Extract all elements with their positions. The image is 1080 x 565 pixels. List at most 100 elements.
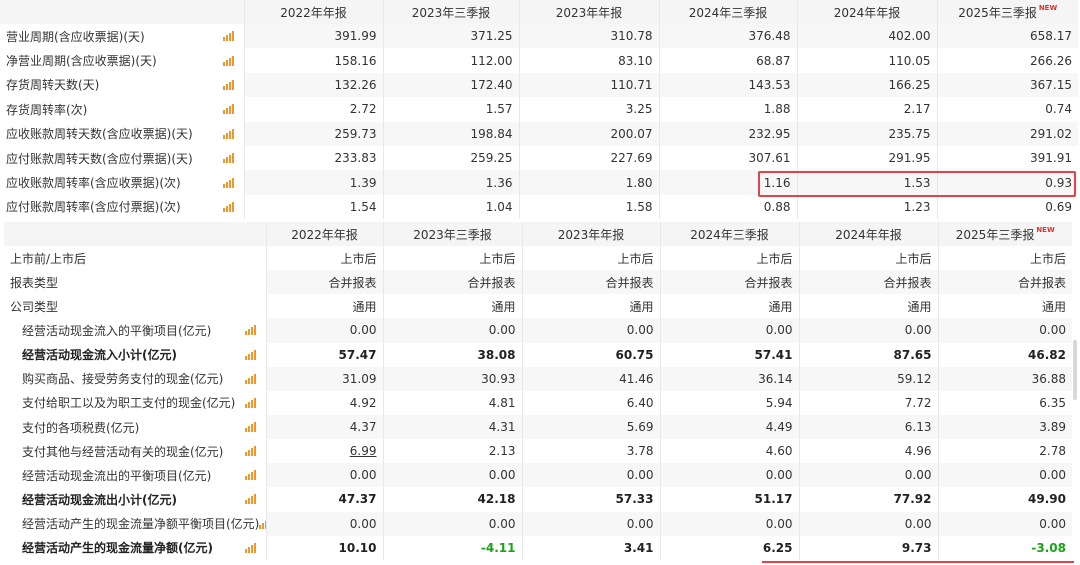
bar-chart-icon[interactable] <box>244 397 256 408</box>
row-label-cell: 经营活动现金流出小计(亿元) <box>4 487 266 512</box>
value-cell: 通用 <box>521 294 660 319</box>
value-cell: 上市后 <box>937 246 1072 271</box>
value-cell: 42.18 <box>382 487 522 512</box>
bar-chart-icon[interactable] <box>244 373 256 384</box>
highlight-box <box>758 171 1076 197</box>
row-label-cell: 净营业周期(含应收票据)(天) <box>0 48 244 73</box>
period-header[interactable]: 2023年年报 <box>518 0 659 24</box>
value-cell: 0.00 <box>659 511 799 536</box>
value-cell: 2.78 <box>937 439 1072 464</box>
period-header[interactable]: 2022年年报 <box>243 0 383 24</box>
bar-chart-icon[interactable] <box>259 519 266 529</box>
value-cell: 658.17 <box>936 24 1078 49</box>
row-label: 应付账款周转天数(含应付票据)(天) <box>6 151 193 166</box>
value-cell: 172.40 <box>382 72 519 98</box>
period-header[interactable]: 2025年三季报 NEW <box>937 222 1072 246</box>
value-cell: 上市后 <box>521 246 660 271</box>
bar-chart-icon[interactable] <box>222 153 234 164</box>
value-cell: 1.58 <box>518 194 659 220</box>
bar-chart-icon[interactable] <box>244 542 256 553</box>
value-cell: 0.00 <box>659 463 799 488</box>
row-label-cell: 经营活动现金流入小计(亿元) <box>4 342 266 367</box>
period-header[interactable]: 2023年三季报 <box>382 222 522 246</box>
value-cell: 2.72 <box>243 97 383 122</box>
row-label-cell: 上市前/上市后 <box>4 246 266 271</box>
period-header[interactable]: 2023年年报 <box>521 222 660 246</box>
bar-chart-icon[interactable] <box>222 128 234 139</box>
bar-chart-icon[interactable] <box>222 79 234 90</box>
row-label-cell: 经营活动产生的现金流量净额(亿元) <box>4 535 266 560</box>
table-row: 支付其他与经营活动有关的现金(亿元) 6.99 2.13 3.78 4.60 4.96 2.… <box>4 439 1072 464</box>
value-cell: 7.72 <box>798 390 938 415</box>
highlight-underline <box>762 561 1074 563</box>
row-label: 净营业周期(含应收票据)(天) <box>6 54 157 69</box>
value-cell: 4.37 <box>265 414 383 440</box>
bar-chart-icon[interactable] <box>244 422 256 433</box>
bar-chart-icon[interactable] <box>222 201 234 212</box>
row-label-cell: 支付的各项税费(亿元) <box>4 414 266 440</box>
value-cell: 4.49 <box>659 414 799 440</box>
value-cell: 0.00 <box>265 463 383 488</box>
row-label-cell: 营业周期(含应收票据)(天) <box>0 24 244 49</box>
value-cell: 1.36 <box>382 170 519 195</box>
value-cell: 291.95 <box>796 145 937 171</box>
value-cell: 132.26 <box>243 72 383 98</box>
row-label-cell: 经营活动产生的现金流量净额平衡项目(亿元) <box>4 511 266 536</box>
period-header[interactable]: 2024年三季报 <box>659 222 799 246</box>
period-header[interactable]: 2022年年报 <box>265 222 383 246</box>
value-cell: 通用 <box>659 294 799 319</box>
bar-chart-icon[interactable] <box>244 470 256 481</box>
bar-chart-icon[interactable] <box>222 31 234 42</box>
value-cell: 6.25 <box>659 535 799 560</box>
value-cell: 68.87 <box>658 48 797 73</box>
turnover-header-row: 2022年年报 2023年三季报 2023年年报 2024年三季报 2024年年… <box>0 0 1078 24</box>
bar-chart-icon[interactable] <box>244 349 256 360</box>
bar-chart-icon[interactable] <box>222 177 234 188</box>
row-label-cell: 支付给职工以及为职工支付的现金(亿元) <box>4 390 266 415</box>
cashflow-header-row: 2022年年报 2023年三季报 2023年年报 2024年三季报 2024年年… <box>4 222 1072 246</box>
value-cell: 0.00 <box>937 511 1072 536</box>
row-label: 应付账款周转率(含应付票据)(次) <box>6 200 181 215</box>
period-header[interactable]: 2024年三季报 <box>658 0 797 24</box>
period-header[interactable]: 2024年年报 <box>798 222 938 246</box>
period-header[interactable]: 2025年三季报 NEW <box>936 0 1078 24</box>
row-label: 经营活动现金流出小计(亿元) <box>22 492 177 507</box>
value-cell: 上市后 <box>265 246 383 271</box>
value-cell: 0.00 <box>382 318 522 343</box>
value-cell: 5.69 <box>521 414 660 440</box>
value-cell: 57.47 <box>265 342 383 367</box>
value-cell: 49.90 <box>937 487 1072 512</box>
scrollbar[interactable] <box>1073 340 1077 400</box>
value-cell: 41.46 <box>521 366 660 391</box>
bar-chart-icon[interactable] <box>244 446 256 457</box>
value-cell: 5.94 <box>659 390 799 415</box>
value-cell: 1.88 <box>658 97 797 122</box>
value-cell: 112.00 <box>382 48 519 73</box>
value-cell: 0.00 <box>659 318 799 343</box>
bar-chart-icon[interactable] <box>244 494 256 505</box>
period-header[interactable]: 2024年年报 <box>796 0 937 24</box>
value-cell: 143.53 <box>658 72 797 98</box>
value-cell: 合并报表 <box>659 270 799 295</box>
value-cell: 259.73 <box>243 121 383 146</box>
row-label-cell: 应收账款周转天数(含应收票据)(天) <box>0 121 244 146</box>
table-row: 应付账款周转天数(含应付票据)(天) 233.83 259.25 227.69 307.… <box>0 145 1078 171</box>
value-cell: 4.31 <box>382 414 522 440</box>
value-cell: 通用 <box>382 294 522 319</box>
table-row: 上市前/上市后 上市后 上市后 上市后 上市后 上市后 上市后 <box>4 246 1072 271</box>
value-cell: 6.13 <box>798 414 938 440</box>
value-cell: 57.33 <box>521 487 660 512</box>
row-label-cell: 存货周转天数(天) <box>0 72 244 98</box>
bar-chart-icon[interactable] <box>222 104 234 115</box>
value-cell: 36.14 <box>659 366 799 391</box>
value-cell: -3.08 <box>937 535 1072 560</box>
bar-chart-icon[interactable] <box>222 55 234 66</box>
value-cell: 合并报表 <box>798 270 938 295</box>
value-cell: 0.00 <box>937 463 1072 488</box>
value-cell: 上市后 <box>798 246 938 271</box>
bar-chart-icon[interactable] <box>244 325 256 336</box>
value-cell: 46.82 <box>937 342 1072 367</box>
period-header[interactable]: 2023年三季报 <box>382 0 519 24</box>
value-cell: 3.25 <box>518 97 659 122</box>
value-cell: 合并报表 <box>382 270 522 295</box>
